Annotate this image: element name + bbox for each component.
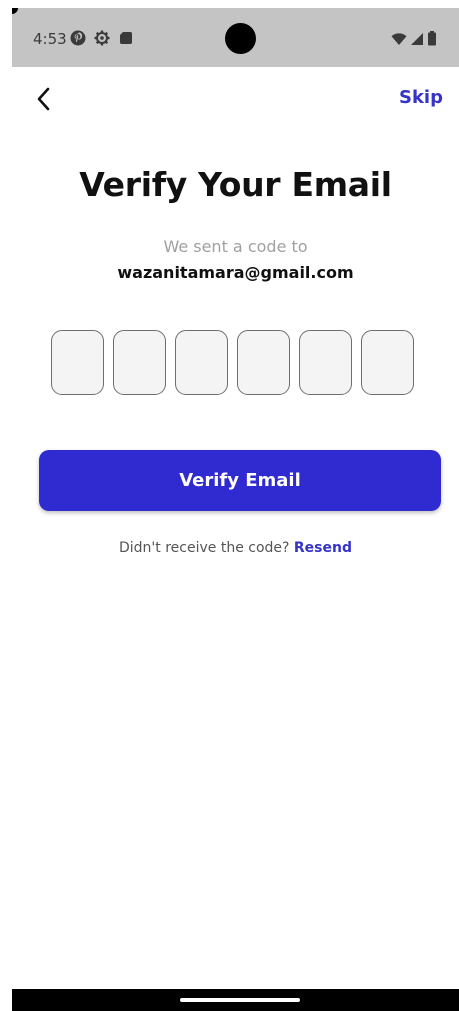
code-digit-5[interactable] — [299, 330, 352, 395]
home-gesture-handle[interactable] — [180, 998, 300, 1002]
resend-link[interactable]: Resend — [294, 540, 352, 556]
chevron-left-icon — [37, 87, 50, 111]
battery-icon — [427, 31, 437, 50]
verification-code-input — [51, 330, 414, 395]
code-digit-3[interactable] — [175, 330, 228, 395]
verify-email-button[interactable]: Verify Email — [39, 450, 441, 511]
status-notification-icons — [70, 30, 134, 46]
page-title: Verify Your Email — [79, 165, 392, 204]
status-system-icons — [391, 31, 437, 50]
email-address: wazanitamara@gmail.com — [117, 263, 354, 282]
camera-cutout — [225, 23, 256, 54]
resend-prompt: Didn't receive the code? Resend — [12, 540, 459, 556]
sd-card-icon — [118, 30, 134, 46]
verify-email-label: Verify Email — [179, 470, 301, 491]
app-screen: 4:53 Skip Verify Your Email We sent a co… — [12, 8, 459, 1011]
back-button[interactable] — [32, 86, 56, 112]
navigation-bar — [12, 989, 459, 1011]
code-digit-4[interactable] — [237, 330, 290, 395]
status-bar: 4:53 — [12, 8, 459, 67]
skip-button[interactable]: Skip — [399, 87, 443, 108]
resend-prompt-text: Didn't receive the code? — [119, 540, 290, 556]
settings-gear-icon — [94, 30, 110, 46]
signal-icon — [410, 31, 424, 50]
code-digit-6[interactable] — [361, 330, 414, 395]
code-digit-2[interactable] — [113, 330, 166, 395]
code-digit-1[interactable] — [51, 330, 104, 395]
code-sent-text: We sent a code to — [163, 237, 308, 256]
wifi-icon — [391, 31, 407, 50]
pinterest-icon — [70, 30, 86, 46]
status-time: 4:53 — [33, 30, 67, 48]
